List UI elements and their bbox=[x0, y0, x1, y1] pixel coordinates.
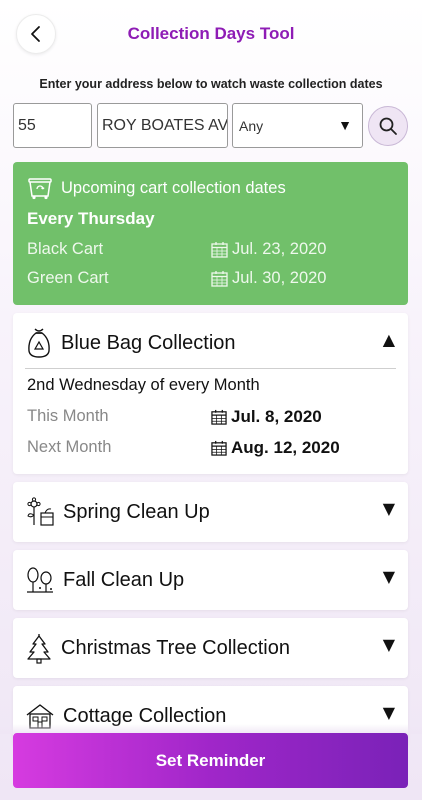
collection-date: Jul. 8, 2020 bbox=[211, 407, 322, 427]
search-button[interactable] bbox=[368, 106, 408, 146]
section-spring-clean-up[interactable]: Spring Clean Up ▼ bbox=[13, 482, 408, 542]
collection-date: Aug. 12, 2020 bbox=[211, 438, 340, 458]
expand-caret-icon[interactable]: ▼ bbox=[383, 567, 395, 586]
search-icon bbox=[379, 117, 397, 135]
expand-caret-icon[interactable]: ▼ bbox=[383, 635, 395, 654]
upcoming-heading: Upcoming cart collection dates bbox=[27, 176, 286, 200]
dropdown-caret-icon: ▼ bbox=[338, 117, 352, 133]
unit-select-value: Any bbox=[239, 117, 264, 134]
section-title: Christmas Tree Collection bbox=[61, 636, 290, 659]
blue-bag-header[interactable]: Blue Bag Collection bbox=[25, 313, 236, 373]
calendar-icon bbox=[211, 440, 227, 456]
street-name-input[interactable]: ROY BOATES AVE bbox=[97, 103, 228, 148]
page-title: Collection Days Tool bbox=[127, 24, 295, 43]
cart-date-text: Jul. 30, 2020 bbox=[232, 269, 327, 287]
upcoming-collection-card: Upcoming cart collection dates Every Thu… bbox=[13, 162, 408, 305]
cart-row: Black Cart Jul. 23, 2020 bbox=[27, 240, 397, 264]
flowers-icon bbox=[27, 497, 54, 526]
trees-icon bbox=[27, 567, 53, 593]
cart-row: Green Cart Jul. 30, 2020 bbox=[27, 269, 397, 293]
section-fall-clean-up[interactable]: Fall Clean Up ▼ bbox=[13, 550, 408, 610]
address-instructions: Enter your address below to watch waste … bbox=[39, 77, 383, 91]
blue-bag-card: Blue Bag Collection ▲ 2nd Wednesday of e… bbox=[13, 313, 408, 474]
cart-date-text: Jul. 23, 2020 bbox=[232, 240, 327, 258]
section-title: Spring Clean Up bbox=[63, 500, 210, 523]
collection-row: Next Month Aug. 12, 2020 bbox=[27, 438, 397, 462]
calendar-icon bbox=[211, 242, 228, 258]
collection-date-text: Jul. 8, 2020 bbox=[231, 407, 322, 426]
christmas-tree-icon bbox=[27, 634, 51, 664]
unit-select[interactable]: Any ▼ bbox=[232, 103, 363, 148]
street-number-input[interactable]: 55 bbox=[13, 103, 92, 148]
section-header: Fall Clean Up bbox=[25, 550, 184, 610]
collection-row: This Month Jul. 8, 2020 bbox=[27, 407, 397, 431]
collection-label: Next Month bbox=[27, 438, 112, 456]
calendar-icon bbox=[211, 271, 228, 287]
recycle-bag-icon bbox=[28, 328, 50, 358]
cart-date: Jul. 23, 2020 bbox=[211, 240, 327, 259]
section-title: Fall Clean Up bbox=[63, 568, 185, 591]
collection-date-text: Aug. 12, 2020 bbox=[231, 438, 340, 457]
calendar-icon bbox=[211, 409, 227, 425]
expand-caret-icon[interactable]: ▼ bbox=[383, 703, 395, 722]
collapse-caret-icon[interactable]: ▲ bbox=[383, 330, 395, 349]
cart-date: Jul. 30, 2020 bbox=[211, 269, 327, 288]
section-title: Blue Bag Collection bbox=[61, 331, 236, 354]
upcoming-heading-text: Upcoming cart collection dates bbox=[61, 178, 286, 197]
section-header: Christmas Tree Collection bbox=[25, 618, 290, 678]
cart-label: Green Cart bbox=[27, 269, 109, 287]
app-header: Collection Days Tool bbox=[0, 0, 422, 70]
upcoming-frequency: Every Thursday bbox=[27, 209, 155, 228]
blue-bag-schedule: 2nd Wednesday of every Month bbox=[27, 376, 260, 394]
section-christmas-tree-collection[interactable]: Christmas Tree Collection ▼ bbox=[13, 618, 408, 678]
collection-label: This Month bbox=[27, 407, 109, 425]
divider bbox=[25, 368, 396, 369]
cart-label: Black Cart bbox=[27, 240, 104, 258]
section-header: Spring Clean Up bbox=[25, 482, 210, 542]
recycling-cart-icon bbox=[28, 178, 52, 200]
expand-caret-icon[interactable]: ▼ bbox=[383, 499, 395, 518]
set-reminder-button[interactable]: Set Reminder bbox=[13, 733, 408, 788]
